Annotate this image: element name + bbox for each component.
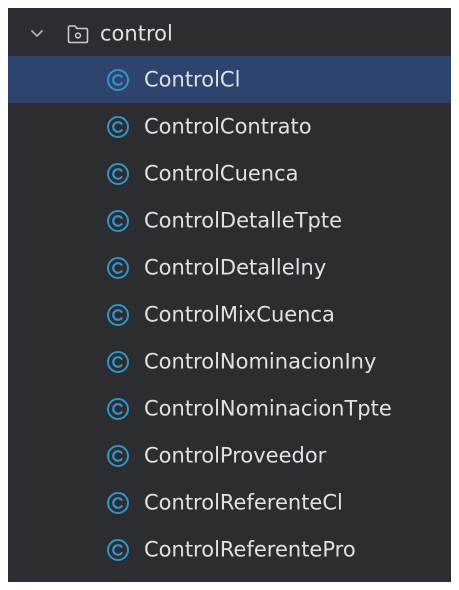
tree-item-class[interactable]: ControlNominacionTpte [8, 385, 451, 432]
class-label: ControlNominacionIny [144, 349, 377, 373]
class-label: ControlDetallelny [144, 255, 327, 279]
class-label: ControlCuenca [144, 161, 299, 185]
class-label: ControlDetalleTpte [144, 208, 343, 232]
class-label: ControlMixCuenca [144, 302, 335, 326]
tree-folder-control[interactable]: control [8, 12, 451, 56]
class-c-icon [107, 209, 129, 232]
tree-item-class[interactable]: ControlContrato [8, 103, 451, 150]
tree-item-class[interactable]: ControlReferentePro [8, 526, 451, 573]
class-label: ControlProveedor [144, 443, 327, 467]
class-c-icon [107, 162, 129, 185]
tree-item-class[interactable]: ControlDetalleTpte [8, 197, 451, 244]
class-label: ControlNominacionTpte [144, 396, 392, 420]
class-c-icon [107, 68, 129, 91]
class-label: ControlReferenteCl [144, 490, 343, 514]
class-c-icon [107, 491, 129, 514]
class-c-icon [107, 115, 129, 138]
class-c-icon [107, 350, 129, 373]
tree-item-class[interactable]: ControlMixCuenca [8, 291, 451, 338]
class-c-icon [107, 397, 129, 420]
tree-item-class[interactable]: ControlProveedor [8, 432, 451, 479]
tree-item-class[interactable]: ControlReferenteCl [8, 479, 451, 526]
class-c-icon [107, 256, 129, 279]
tree-item-class[interactable]: ControlDetallelny [8, 244, 451, 291]
tree-item-class[interactable]: ControlCuenca [8, 150, 451, 197]
tree-item-class[interactable]: ControlNominacionIny [8, 338, 451, 385]
folder-label: control [100, 21, 173, 46]
class-label: ControlReferentePro [144, 537, 356, 561]
class-c-icon [107, 303, 129, 326]
tree-item-class[interactable]: ControlCl [8, 56, 451, 103]
folder-package-icon [67, 25, 89, 44]
class-c-icon [107, 538, 129, 561]
class-label: ControlContrato [144, 114, 312, 138]
chevron-down-icon[interactable] [28, 25, 46, 43]
class-label: ControlCl [144, 67, 241, 91]
class-c-icon [107, 444, 129, 467]
project-tree-panel: control ControlCl ControlContrato ControlC… [8, 8, 451, 582]
